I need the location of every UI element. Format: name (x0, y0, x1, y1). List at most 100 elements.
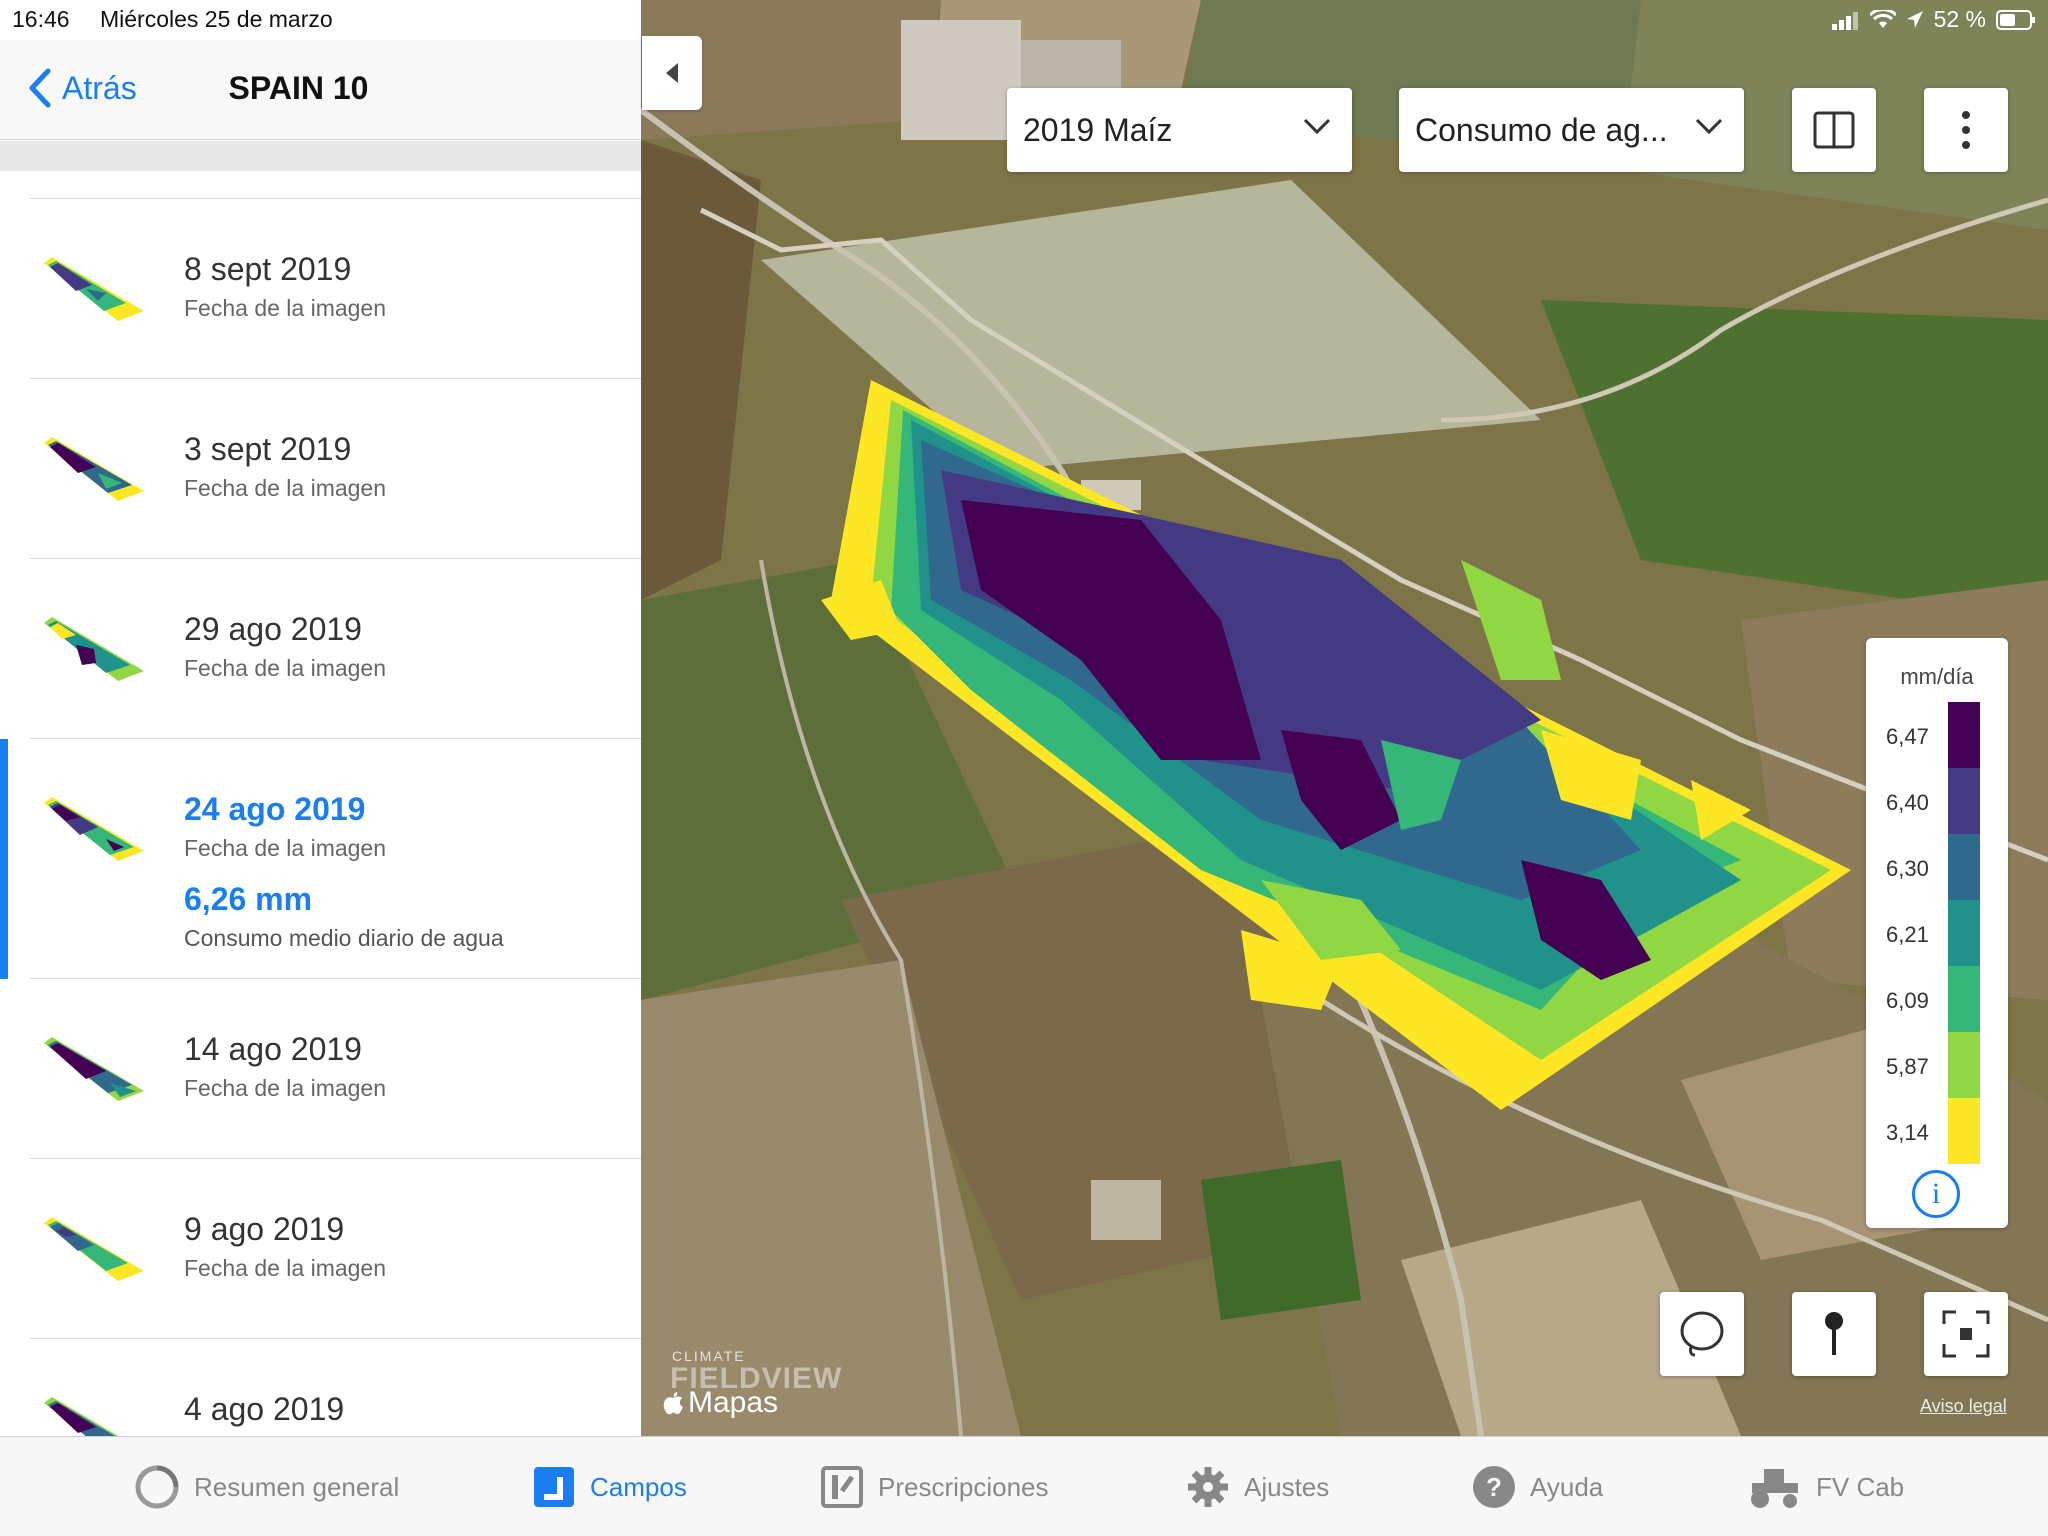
battery-icon (1996, 9, 2035, 30)
legend-entry: 6,40 (1866, 768, 2008, 834)
legend-value: 6,30 (1886, 856, 1929, 881)
selection-indicator (0, 739, 8, 979)
map-provider-label: Mapas (688, 1386, 779, 1419)
wifi-icon (1869, 9, 1896, 28)
collapse-sidebar-button[interactable] (642, 36, 702, 110)
list-item[interactable]: 9 ago 2019 Fecha de la imagen (30, 1158, 641, 1338)
legend-entry: 3,14 (1866, 1098, 2008, 1164)
chevron-down-icon (1695, 118, 1723, 135)
ring-icon (135, 1465, 179, 1509)
image-date-caption: Fecha de la imagen (184, 655, 387, 681)
section-divider (0, 141, 641, 171)
tab-settings[interactable]: Ajustes (1186, 1457, 1329, 1517)
legend-value: 6,09 (1886, 988, 1929, 1013)
satellite-map[interactable] (641, 0, 2048, 1436)
pin-icon (1825, 1312, 1843, 1355)
field-thumbnail (44, 257, 144, 321)
list-item[interactable]: 4 ago 2019 (30, 1338, 641, 1436)
legend-swatch (1948, 1098, 1980, 1164)
tab-fv-cab[interactable]: FV Cab (1746, 1457, 1904, 1517)
map-provider: Mapas (662, 1386, 778, 1420)
tab-label: FV Cab (1816, 1471, 1905, 1502)
status-bar: 16:46 Miércoles 25 de marzo 52 % (0, 0, 2048, 40)
list-item[interactable]: 29 ago 2019 Fecha de la imagen (30, 558, 641, 738)
field-thumbnail (44, 437, 144, 501)
gear-icon (1188, 1467, 1228, 1507)
map-legend: mm/día 6,47 6,40 6,30 6,21 6,09 5,87 3,1… (1866, 638, 2008, 1228)
help-icon: ? (1473, 1466, 1515, 1508)
tab-help[interactable]: ? Ayuda (1472, 1457, 1603, 1517)
image-date-caption: Fecha de la imagen (184, 835, 387, 861)
list-item-selected[interactable]: 24 ago 2019 Fecha de la imagen 6,26 mm C… (0, 738, 641, 979)
navigation-bar: Atrás SPAIN 10 (0, 40, 641, 140)
tab-overview[interactable]: Resumen general (134, 1457, 399, 1517)
info-icon[interactable]: i (1912, 1170, 1960, 1218)
field-thumbnail (44, 797, 144, 861)
legend-value: 3,14 (1886, 1120, 1929, 1145)
drop-pin-button[interactable] (1792, 1292, 1876, 1376)
legend-value: 6,40 (1886, 790, 1929, 815)
legal-notice-link[interactable]: Aviso legal (1920, 1396, 2007, 1417)
page-title: SPAIN 10 (0, 70, 641, 107)
more-vertical-icon (1962, 111, 1970, 149)
list-item[interactable]: 14 ago 2019 Fecha de la imagen (30, 978, 641, 1158)
legend-value: 6,47 (1886, 724, 1929, 749)
field-icon (534, 1467, 574, 1507)
tab-prescriptions[interactable]: Prescripciones (820, 1457, 1049, 1517)
layer-select[interactable]: Consumo de ag... (1399, 88, 1744, 172)
image-list: 8 sept 2019 Fecha de la imagen 3 sept 20… (0, 198, 641, 1436)
season-select[interactable]: 2019 Maíz (1007, 88, 1352, 172)
split-view-button[interactable] (1792, 88, 1876, 172)
lasso-icon (1680, 1311, 1724, 1357)
prescription-icon (821, 1466, 863, 1508)
field-thumbnail (44, 1037, 144, 1101)
tab-fields[interactable]: Campos (532, 1457, 687, 1517)
status-indicators: 52 % (1831, 6, 2036, 33)
legend-value: 6,21 (1886, 922, 1929, 947)
legend-value: 5,87 (1886, 1054, 1929, 1079)
image-date-caption: Fecha de la imagen (184, 295, 387, 321)
image-date: 14 ago 2019 (184, 1031, 362, 1067)
legend-entry: 6,30 (1866, 834, 2008, 900)
image-date: 3 sept 2019 (184, 431, 352, 467)
layer-select-value: Consumo de ag... (1415, 111, 1668, 148)
tab-label: Resumen general (194, 1471, 400, 1502)
tab-bar: Resumen general Campos Prescripciones Aj… (0, 1436, 2048, 1536)
list-item[interactable]: 3 sept 2019 Fecha de la imagen (30, 378, 641, 558)
legend-swatch (1948, 702, 1980, 768)
image-date: 4 ago 2019 (184, 1391, 345, 1427)
legend-swatch (1948, 768, 1980, 834)
tab-label: Ayuda (1530, 1471, 1604, 1502)
status-time: 16:46 (12, 6, 70, 32)
image-date-caption: Fecha de la imagen (184, 1255, 387, 1281)
image-date: 9 ago 2019 (184, 1211, 345, 1247)
legend-unit: mm/día (1900, 664, 1974, 689)
image-date: 29 ago 2019 (184, 611, 362, 647)
legend-entry: 5,87 (1866, 1032, 2008, 1098)
image-date: 8 sept 2019 (184, 251, 352, 287)
tab-label: Campos (590, 1471, 687, 1502)
tractor-icon (1751, 1469, 1798, 1508)
chevron-down-icon (1303, 118, 1331, 135)
legend-entry: 6,09 (1866, 966, 2008, 1032)
lasso-tool-button[interactable] (1660, 1292, 1744, 1376)
apple-logo-icon (663, 1392, 683, 1415)
signal-icon (1831, 11, 1858, 30)
season-select-value: 2019 Maíz (1023, 111, 1173, 148)
tab-label: Prescripciones (878, 1471, 1049, 1502)
list-item[interactable]: 8 sept 2019 Fecha de la imagen (30, 198, 641, 378)
triangle-left-icon (666, 63, 678, 83)
battery-percent: 52 % (1933, 6, 1986, 32)
legend-swatch (1948, 900, 1980, 966)
zoom-to-field-button[interactable] (1924, 1292, 2008, 1376)
field-thumbnail (44, 1397, 119, 1436)
tab-label: Ajustes (1244, 1471, 1330, 1502)
image-list-panel: Atrás SPAIN 10 8 sept 2019 Fecha de la i… (0, 0, 641, 1436)
map-imagery (641, 0, 2048, 1436)
svg-text:?: ? (1486, 1472, 1502, 1502)
legend-entry: 6,21 (1866, 900, 2008, 966)
average-water-use-value: 6,26 mm (184, 881, 313, 917)
legend-entry: 6,47 (1866, 702, 2008, 768)
more-options-button[interactable] (1924, 88, 2008, 172)
field-thumbnail (44, 617, 144, 681)
